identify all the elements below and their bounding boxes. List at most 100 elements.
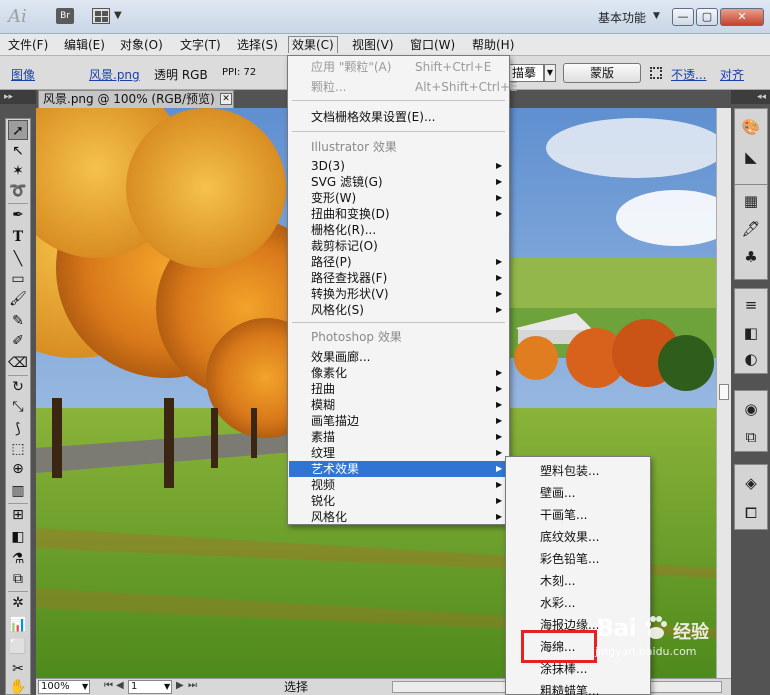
pen-tool-icon[interactable]: ✒ bbox=[8, 205, 28, 225]
blend-tool-icon[interactable]: ⧉ bbox=[8, 569, 28, 589]
artboards-icon[interactable]: ⧠ bbox=[741, 503, 761, 523]
submenu-item-colored-pencil[interactable]: 彩色铅笔... bbox=[507, 549, 649, 569]
eraser-tool-icon[interactable]: ⌫ bbox=[8, 353, 28, 373]
menu-item-texture[interactable]: 纹理 ▶ bbox=[289, 445, 508, 461]
last-artboard-icon[interactable]: ⏭ bbox=[188, 680, 197, 691]
menu-object[interactable]: 对象(O) bbox=[117, 37, 166, 54]
rotate-tool-icon[interactable]: ↻ bbox=[8, 377, 28, 397]
menu-item-convert-to-shape[interactable]: 转换为形状(V) ▶ bbox=[289, 286, 508, 302]
paintbrush-tool-icon[interactable]: 🖌 bbox=[8, 289, 28, 309]
menu-help[interactable]: 帮助(H) bbox=[469, 37, 517, 54]
gradient-icon[interactable]: ◧ bbox=[741, 323, 761, 343]
rectangle-tool-icon[interactable]: ▭ bbox=[8, 269, 28, 289]
menu-item-distort[interactable]: 扭曲 ▶ bbox=[289, 381, 508, 397]
arrange-documents-icon[interactable] bbox=[92, 8, 110, 24]
menu-item-blur[interactable]: 模糊 ▶ bbox=[289, 397, 508, 413]
layers-icon[interactable]: ◈ bbox=[741, 473, 761, 493]
align-link[interactable]: 对齐 bbox=[720, 66, 744, 83]
menu-type[interactable]: 文字(T) bbox=[177, 37, 224, 54]
menu-item-pathfinder[interactable]: 路径查找器(F) ▶ bbox=[289, 270, 508, 286]
scroll-thumb[interactable] bbox=[719, 384, 729, 400]
image-link[interactable]: 图像 bbox=[11, 66, 35, 83]
menu-item-stylize-photoshop[interactable]: 风格化 ▶ bbox=[289, 509, 508, 525]
menu-item-sketch[interactable]: 素描 ▶ bbox=[289, 429, 508, 445]
hand-tool-icon[interactable]: ✋ bbox=[8, 677, 28, 695]
dock-collapse-icon[interactable]: ◂◂ bbox=[731, 90, 770, 104]
direct-selection-tool-icon[interactable]: ↖ bbox=[8, 141, 28, 161]
eyedropper-tool-icon[interactable]: ⚗ bbox=[8, 549, 28, 569]
slice-tool-icon[interactable]: ✂ bbox=[8, 659, 28, 679]
document-tab[interactable]: 风景.png @ 100% (RGB/预览) bbox=[38, 90, 234, 108]
shape-builder-tool-icon[interactable]: ⊕ bbox=[8, 459, 28, 479]
magic-wand-tool-icon[interactable]: ✶ bbox=[8, 161, 28, 181]
menu-effect[interactable]: 效果(C) bbox=[288, 36, 338, 53]
submenu-item-cutout[interactable]: 木刻... bbox=[507, 571, 649, 591]
graphic-styles-icon[interactable]: ⧉ bbox=[741, 427, 761, 447]
line-tool-icon[interactable]: ╲ bbox=[8, 249, 28, 269]
column-graph-tool-icon[interactable]: 📊 bbox=[8, 615, 28, 635]
chevron-down-icon[interactable]: ▼ bbox=[653, 11, 660, 21]
free-transform-tool-icon[interactable]: ⬚ bbox=[8, 439, 28, 459]
menu-item-apply-last-effect[interactable]: 应用 "颗粒"(A) Shift+Ctrl+E bbox=[289, 59, 508, 75]
symbols-icon[interactable]: ♣ bbox=[741, 247, 761, 267]
menu-item-3d[interactable]: 3D(3) ▶ bbox=[289, 158, 508, 174]
gradient-tool-icon[interactable]: ◧ bbox=[8, 527, 28, 547]
menu-item-warp[interactable]: 变形(W) ▶ bbox=[289, 190, 508, 206]
menu-window[interactable]: 窗口(W) bbox=[407, 37, 458, 54]
next-artboard-icon[interactable]: ▶ bbox=[176, 680, 184, 691]
submenu-item-fresco[interactable]: 壁画... bbox=[507, 483, 649, 503]
maximize-button[interactable]: ▢ bbox=[696, 8, 718, 26]
previous-artboard-icon[interactable]: ◀ bbox=[116, 680, 124, 691]
chevron-down-icon[interactable]: ▼ bbox=[114, 10, 122, 21]
submenu-item-dry-brush[interactable]: 干画笔... bbox=[507, 505, 649, 525]
bridge-button[interactable]: Br bbox=[56, 8, 74, 24]
menu-item-raster-settings[interactable]: 文档栅格效果设置(E)... bbox=[289, 109, 508, 125]
artboard-tool-icon[interactable]: ⬜ bbox=[8, 637, 28, 657]
menu-item-effect-gallery[interactable]: 效果画廊... bbox=[289, 349, 508, 365]
menu-view[interactable]: 视图(V) bbox=[349, 37, 397, 54]
mask-button[interactable]: 蒙版 bbox=[563, 63, 641, 83]
filename-link[interactable]: 风景.png bbox=[89, 66, 140, 83]
menu-item-path[interactable]: 路径(P) ▶ bbox=[289, 254, 508, 270]
menu-item-sharpen[interactable]: 锐化 ▶ bbox=[289, 493, 508, 509]
lasso-tool-icon[interactable]: ➰ bbox=[8, 181, 28, 201]
vertical-scrollbar[interactable] bbox=[716, 108, 731, 678]
close-icon[interactable]: ✕ bbox=[220, 93, 232, 105]
color-palette-icon[interactable]: 🎨 bbox=[741, 117, 761, 137]
close-button[interactable]: ✕ bbox=[720, 8, 764, 26]
dock-collapse-icon[interactable]: ▸▸ bbox=[0, 90, 36, 104]
chevron-down-icon[interactable]: ▼ bbox=[164, 682, 170, 691]
brushes-icon[interactable]: 🖋 bbox=[741, 219, 761, 239]
menu-item-rasterize[interactable]: 栅格化(R)... bbox=[289, 222, 508, 238]
submenu-item-plastic-wrap[interactable]: 塑料包装... bbox=[507, 461, 649, 481]
submenu-item-watercolor[interactable]: 水彩... bbox=[507, 593, 649, 613]
menu-item-artistic[interactable]: 艺术效果 ▶ bbox=[289, 461, 508, 477]
menu-item-stylize-illustrator[interactable]: 风格化(S) ▶ bbox=[289, 302, 508, 318]
current-tool-status[interactable]: 选择 bbox=[206, 680, 386, 694]
opacity-link[interactable]: 不透... bbox=[671, 66, 706, 83]
scale-tool-icon[interactable]: ⤡ bbox=[8, 397, 28, 417]
appearance-icon[interactable]: ◉ bbox=[741, 399, 761, 419]
transform-icon[interactable] bbox=[650, 67, 662, 79]
graph-tool-icon[interactable]: ▥ bbox=[8, 481, 28, 501]
submenu-item-underpainting[interactable]: 底纹效果... bbox=[507, 527, 649, 547]
swatches-icon[interactable]: ▦ bbox=[741, 191, 761, 211]
chevron-down-icon[interactable]: ▼ bbox=[82, 682, 88, 691]
menu-file[interactable]: 文件(F) bbox=[5, 37, 51, 54]
type-tool-icon[interactable]: T bbox=[8, 227, 28, 247]
minimize-button[interactable]: — bbox=[672, 8, 694, 26]
menu-item-brush-strokes[interactable]: 画笔描边 ▶ bbox=[289, 413, 508, 429]
menu-item-last-effect[interactable]: 颗粒... Alt+Shift+Ctrl+E bbox=[289, 79, 518, 95]
workspace-switcher[interactable]: 基本功能 bbox=[598, 9, 646, 26]
chevron-down-icon[interactable]: ▼ bbox=[544, 64, 556, 82]
menu-item-video[interactable]: 视频 ▶ bbox=[289, 477, 508, 493]
transparency-icon[interactable]: ◐ bbox=[741, 349, 761, 369]
menu-edit[interactable]: 编辑(E) bbox=[61, 37, 108, 54]
menu-item-svg-filters[interactable]: SVG 滤镜(G) ▶ bbox=[289, 174, 508, 190]
first-artboard-icon[interactable]: ⏮ bbox=[104, 680, 113, 691]
mesh-tool-icon[interactable]: ⊞ bbox=[8, 505, 28, 525]
color-guide-icon[interactable]: ◣ bbox=[741, 147, 761, 167]
symbol-sprayer-tool-icon[interactable]: ✲ bbox=[8, 593, 28, 613]
menu-item-crop-marks[interactable]: 裁剪标记(O) bbox=[289, 238, 508, 254]
menu-item-pixelate[interactable]: 像素化 ▶ bbox=[289, 365, 508, 381]
